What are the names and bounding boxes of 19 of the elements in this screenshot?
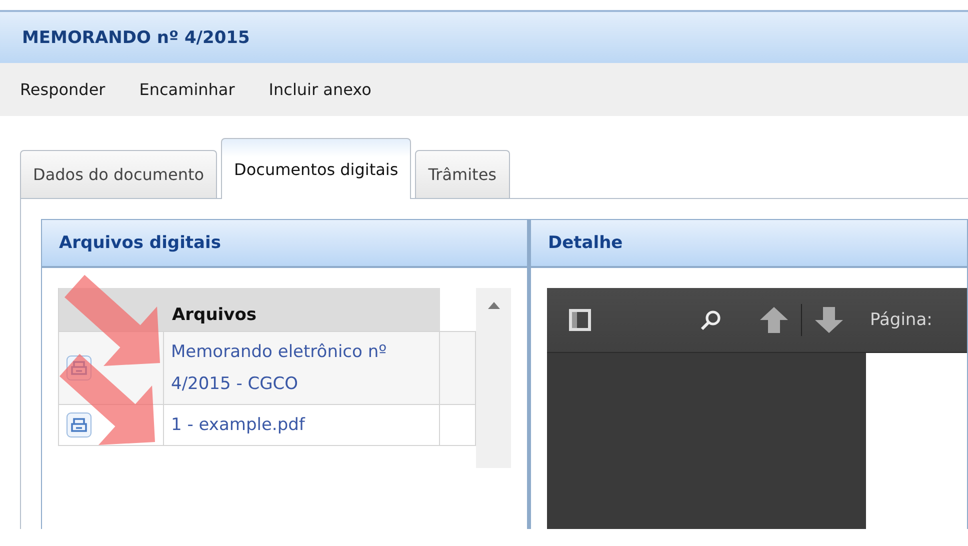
- toolbar-button[interactable]: Encaminhar: [129, 76, 245, 103]
- file-link[interactable]: Memorando eletrônico nº 4/2015 - CGCO: [171, 336, 432, 400]
- page-label: Página:: [870, 310, 932, 330]
- scroll-up-icon[interactable]: [488, 302, 500, 309]
- column-header[interactable]: Arquivos: [164, 288, 440, 331]
- panel-title: Arquivos digitais: [59, 233, 221, 253]
- panel-title: Detalhe: [548, 233, 623, 253]
- file-link[interactable]: 1 - example.pdf: [171, 409, 305, 441]
- next-page-icon[interactable]: [814, 305, 844, 335]
- tab[interactable]: Dados do documento: [20, 150, 218, 198]
- previous-page-icon[interactable]: [759, 305, 789, 335]
- sidebar-toggle-icon[interactable]: [569, 309, 591, 331]
- printer-icon[interactable]: [66, 412, 92, 438]
- window-title: MEMORANDO nº 4/2015: [22, 28, 250, 48]
- toolbar-button[interactable]: Responder: [10, 76, 116, 103]
- toolbar-button[interactable]: Incluir anexo: [258, 76, 382, 103]
- tab[interactable]: Trâmites: [415, 150, 510, 198]
- search-icon[interactable]: [699, 308, 723, 332]
- tab[interactable]: Documentos digitais: [221, 138, 412, 199]
